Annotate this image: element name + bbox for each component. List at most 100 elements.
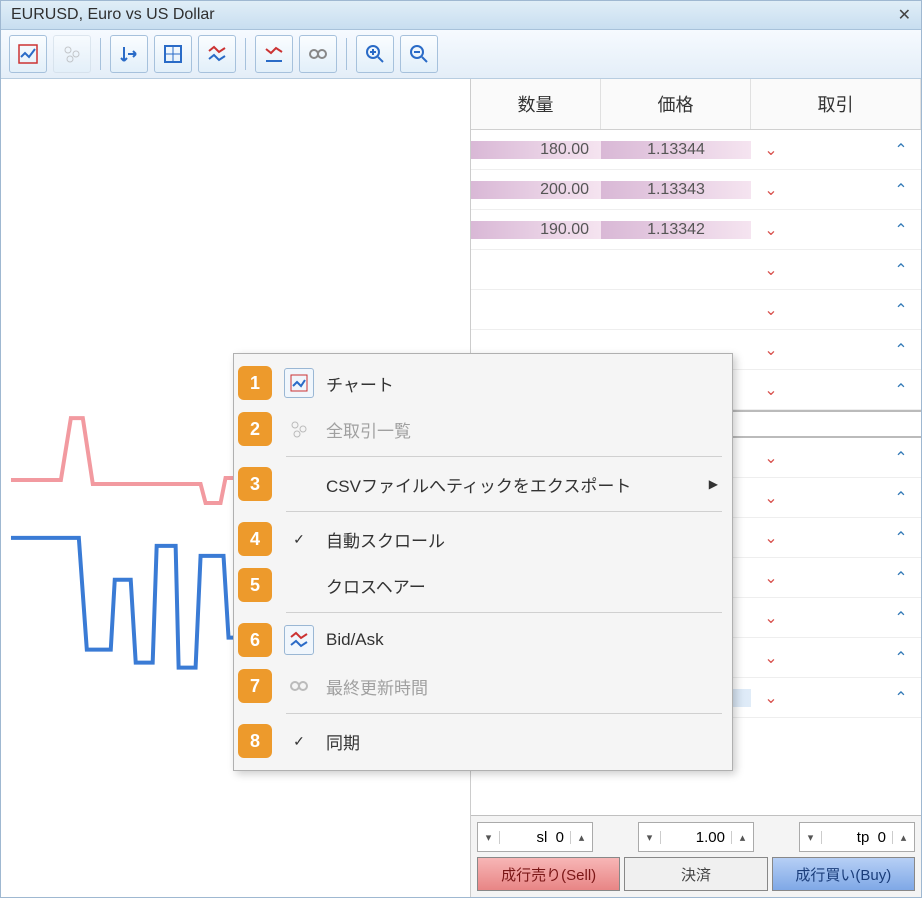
- menu-label: Bid/Ask: [326, 630, 718, 650]
- buy-at-price-button[interactable]: ⌃: [891, 648, 911, 668]
- autoscroll-button[interactable]: [110, 35, 148, 73]
- buy-at-price-button[interactable]: ⌃: [891, 488, 911, 508]
- buy-at-price-button[interactable]: ⌃: [891, 528, 911, 548]
- dom-row: ⌄⌃: [471, 250, 921, 290]
- sell-at-price-button[interactable]: ⌄: [761, 488, 781, 508]
- vol-value[interactable]: 1.00: [661, 829, 731, 846]
- volume-spinner[interactable]: ▾ 1.00 ▴: [638, 822, 754, 852]
- cell-qty: 200.00: [471, 181, 601, 199]
- tp-spinner[interactable]: ▾ tp 0 ▴: [799, 822, 915, 852]
- sell-at-price-button[interactable]: ⌄: [761, 180, 781, 200]
- menu-item-3[interactable]: 3CSVファイルへティックをエクスポート▶: [234, 461, 732, 507]
- chart-icon: [17, 43, 39, 65]
- autoscroll-icon: [118, 43, 140, 65]
- zoom-out-button[interactable]: [400, 35, 438, 73]
- vol-decrease[interactable]: ▾: [639, 831, 661, 844]
- cell-trade: ⌄⌃: [751, 300, 921, 320]
- buy-at-price-button[interactable]: ⌃: [891, 220, 911, 240]
- annotation-badge: 5: [238, 568, 272, 602]
- cell-trade: ⌄⌃: [751, 488, 921, 508]
- cell-trade: ⌄⌃: [751, 180, 921, 200]
- time-button[interactable]: [299, 35, 337, 73]
- zoom-in-button[interactable]: [356, 35, 394, 73]
- menu-label: 自動スクロール: [326, 527, 718, 552]
- shift-icon: [263, 43, 285, 65]
- buy-at-price-button[interactable]: ⌃: [891, 568, 911, 588]
- cell-trade: ⌄⌃: [751, 688, 921, 708]
- crosshair-button[interactable]: [154, 35, 192, 73]
- bidask-toggle-button[interactable]: [198, 35, 236, 73]
- tp-increase[interactable]: ▴: [892, 831, 914, 844]
- sl-decrease[interactable]: ▾: [478, 831, 500, 844]
- menu-label: チャート: [326, 371, 718, 396]
- menu-item-8[interactable]: 8✓同期: [234, 718, 732, 764]
- menu-label: 最終更新時間: [326, 674, 718, 699]
- close-position-button[interactable]: 決済: [624, 857, 767, 891]
- menu-item-4[interactable]: 4✓自動スクロール: [234, 516, 732, 562]
- cell-trade: ⌄⌃: [751, 380, 921, 400]
- vol-increase[interactable]: ▴: [731, 831, 753, 844]
- buy-at-price-button[interactable]: ⌃: [891, 260, 911, 280]
- sell-at-price-button[interactable]: ⌄: [761, 140, 781, 160]
- sell-at-price-button[interactable]: ⌄: [761, 380, 781, 400]
- cell-trade: ⌄⌃: [751, 140, 921, 160]
- buy-at-price-button[interactable]: ⌃: [891, 180, 911, 200]
- buy-at-price-button[interactable]: ⌃: [891, 608, 911, 628]
- annotation-badge: 4: [238, 522, 272, 556]
- sl-label: sl: [536, 829, 547, 846]
- tp-decrease[interactable]: ▾: [800, 831, 822, 844]
- buy-button[interactable]: 成行買い(Buy): [772, 857, 915, 891]
- annotation-badge: 1: [238, 366, 272, 400]
- annotation-badge: 7: [238, 669, 272, 703]
- buy-at-price-button[interactable]: ⌃: [891, 448, 911, 468]
- cell-price: 1.13342: [601, 221, 751, 239]
- annotation-badge: 6: [238, 623, 272, 657]
- submenu-arrow-icon: ▶: [709, 477, 718, 491]
- sell-at-price-button[interactable]: ⌄: [761, 688, 781, 708]
- annotation-badge: 8: [238, 724, 272, 758]
- buy-at-price-button[interactable]: ⌃: [891, 340, 911, 360]
- menu-separator: [286, 456, 722, 457]
- cell-trade: ⌄⌃: [751, 608, 921, 628]
- buy-at-price-button[interactable]: ⌃: [891, 688, 911, 708]
- col-header-price: 価格: [601, 79, 751, 129]
- sell-at-price-button[interactable]: ⌄: [761, 260, 781, 280]
- list-mode-button[interactable]: [53, 35, 91, 73]
- sell-button[interactable]: 成行売り(Sell): [477, 857, 620, 891]
- sl-spinner[interactable]: ▾ sl 0 ▴: [477, 822, 593, 852]
- col-header-qty: 数量: [471, 79, 601, 129]
- buy-at-price-button[interactable]: ⌃: [891, 380, 911, 400]
- buy-at-price-button[interactable]: ⌃: [891, 300, 911, 320]
- order-panel: ▾ sl 0 ▴ ▾ 1.00 ▴ ▾ tp 0 ▴: [471, 815, 921, 897]
- shift-button[interactable]: [255, 35, 293, 73]
- zoom-out-icon: [408, 43, 430, 65]
- chart-mode-button[interactable]: [9, 35, 47, 73]
- dom-header: 数量 価格 取引: [471, 79, 921, 130]
- bidask-icon: [206, 43, 228, 65]
- cell-price: 1.13343: [601, 181, 751, 199]
- cell-trade: ⌄⌃: [751, 568, 921, 588]
- tp-value[interactable]: 0: [878, 829, 886, 846]
- menu-label: 同期: [326, 729, 718, 754]
- menu-item-1[interactable]: 1 チャート: [234, 360, 732, 406]
- menu-label: 全取引一覧: [326, 417, 718, 442]
- sell-at-price-button[interactable]: ⌄: [761, 528, 781, 548]
- sl-increase[interactable]: ▴: [570, 831, 592, 844]
- close-icon[interactable]: ✕: [898, 5, 911, 25]
- cell-trade: ⌄⌃: [751, 340, 921, 360]
- menu-item-6[interactable]: 6 Bid/Ask: [234, 617, 732, 663]
- sl-value[interactable]: 0: [556, 829, 564, 846]
- toolbar-separator: [100, 38, 101, 70]
- dom-row: 190.001.13342⌄⌃: [471, 210, 921, 250]
- sell-at-price-button[interactable]: ⌄: [761, 220, 781, 240]
- sell-at-price-button[interactable]: ⌄: [761, 448, 781, 468]
- sell-at-price-button[interactable]: ⌄: [761, 608, 781, 628]
- sell-at-price-button[interactable]: ⌄: [761, 340, 781, 360]
- buy-at-price-button[interactable]: ⌃: [891, 140, 911, 160]
- bidask-icon: [284, 625, 314, 655]
- menu-item-5[interactable]: 5クロスヘアー: [234, 562, 732, 608]
- sell-at-price-button[interactable]: ⌄: [761, 300, 781, 320]
- sell-at-price-button[interactable]: ⌄: [761, 568, 781, 588]
- cell-trade: ⌄⌃: [751, 448, 921, 468]
- sell-at-price-button[interactable]: ⌄: [761, 648, 781, 668]
